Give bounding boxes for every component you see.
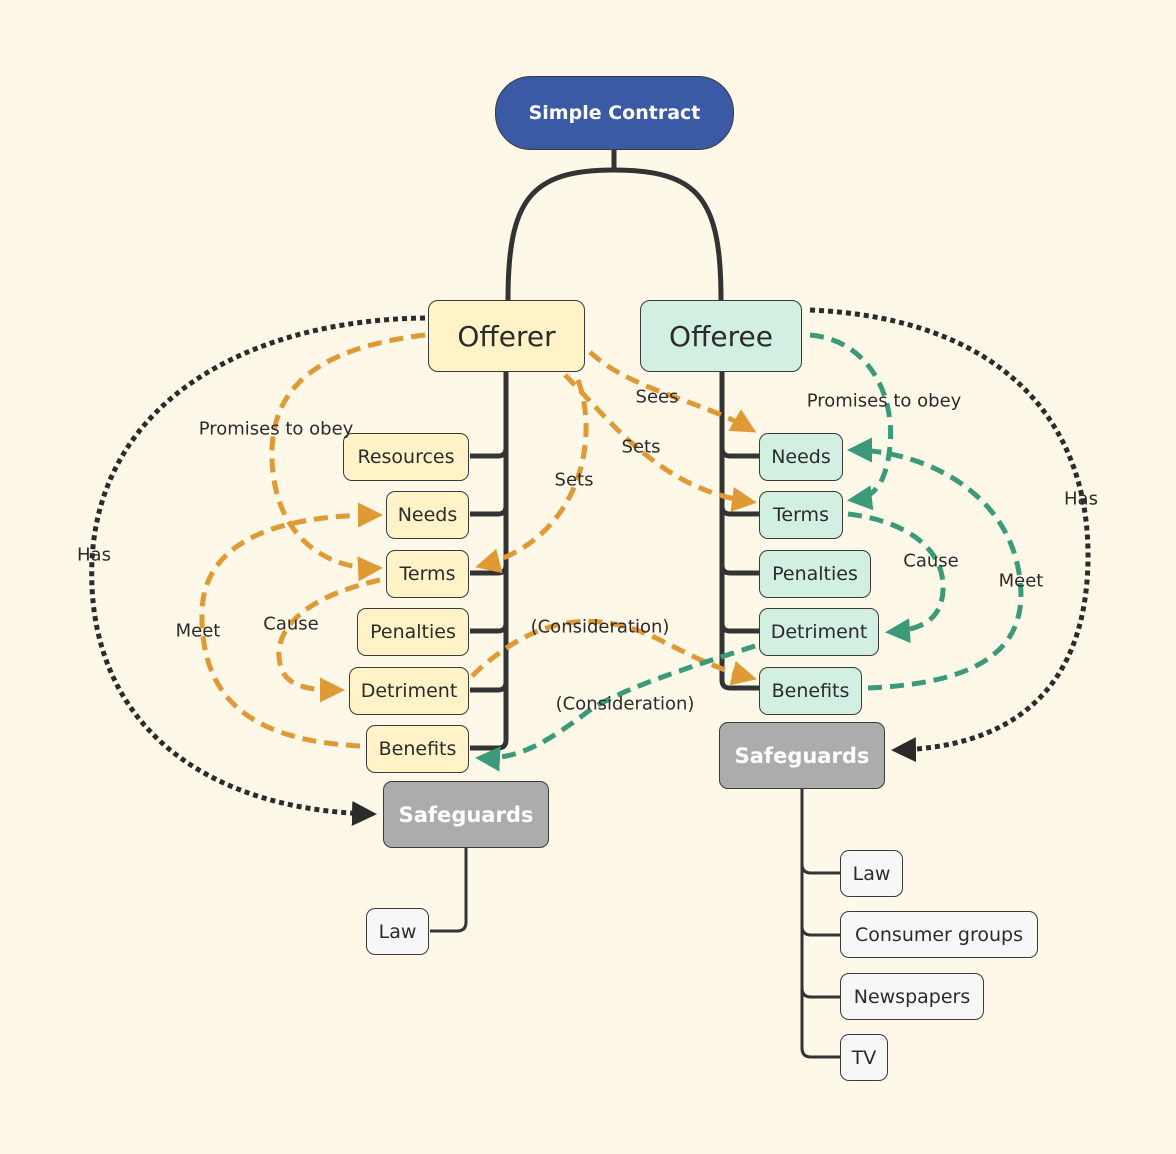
offerer-safeguards-node[interactable]: Safeguards (383, 781, 549, 848)
label-offerer-cause: Cause (263, 613, 319, 635)
node-label: Benefits (771, 680, 850, 702)
node-label: Terms (399, 563, 456, 585)
offeree-node[interactable]: Offeree (640, 300, 802, 372)
label-offerer-has: Has (77, 544, 111, 566)
offeree-safeguards-node[interactable]: Safeguards (719, 722, 885, 789)
root-to-offeree (613, 167, 724, 301)
offeree-safeguard-tv-node[interactable]: TV (840, 1034, 888, 1081)
node-label: Needs (771, 446, 831, 468)
node-label: Resources (357, 446, 455, 468)
offerer-penalties-node[interactable]: Penalties (357, 608, 469, 656)
node-label: Detriment (360, 680, 458, 702)
node-label: Benefits (378, 738, 457, 760)
safeguards-left-connector (430, 848, 468, 933)
label-offeree-has: Has (1064, 488, 1098, 510)
offerer-terms-node[interactable]: Terms (386, 550, 469, 598)
label-offeree-meet: Meet (998, 570, 1044, 592)
tree-connectors (470, 150, 760, 751)
label-offeree-consideration: (Consideration) (555, 693, 695, 715)
label-offeree-promises: Promises to obey (806, 390, 962, 412)
offeree-safeguard-newspapers-node[interactable]: Newspapers (840, 973, 984, 1020)
label-offeree-cause: Cause (903, 550, 959, 572)
offeree-safeguard-law-node[interactable]: Law (840, 850, 903, 897)
node-label: Safeguards (398, 802, 534, 827)
label-offerer-meet: Meet (175, 620, 221, 642)
node-label: Penalties (370, 621, 456, 643)
node-label: Needs (397, 504, 458, 526)
node-label: Consumer groups (854, 923, 1023, 946)
node-label: Newspapers (853, 985, 971, 1008)
node-label: Law (378, 920, 417, 943)
label-offerer-sets: Sets (554, 469, 594, 491)
offerer-safeguard-law-node[interactable]: Law (366, 908, 429, 955)
safeguards-right-connector (800, 788, 841, 1059)
offeree-safeguard-consumer-groups-node[interactable]: Consumer groups (840, 911, 1038, 958)
offeree-detriment-node[interactable]: Detriment (759, 608, 879, 656)
label-offerer-consideration: (Consideration) (530, 616, 670, 638)
node-label: Safeguards (734, 743, 870, 768)
offerer-resources-node[interactable]: Resources (343, 433, 469, 481)
offeree-terms-node[interactable]: Terms (759, 491, 843, 539)
offerer-node[interactable]: Offerer (428, 300, 585, 372)
label-offerer-promises: Promises to obey (198, 418, 354, 440)
node-label: Detriment (770, 621, 868, 643)
offerer-needs-node[interactable]: Needs (386, 491, 469, 539)
root-to-offerer (505, 167, 615, 301)
offerer-detriment-node[interactable]: Detriment (349, 667, 469, 715)
node-label: TV (851, 1046, 877, 1069)
root-node[interactable]: Simple Contract (495, 76, 734, 150)
offeree-label: Offeree (669, 319, 773, 353)
root-label: Simple Contract (528, 102, 701, 124)
offerer-benefits-node[interactable]: Benefits (366, 725, 469, 773)
offerer-label: Offerer (457, 319, 556, 353)
label-offerer-sets-offeree: Sets (621, 436, 661, 458)
offeree-benefits-node[interactable]: Benefits (759, 667, 862, 715)
node-label: Law (852, 862, 891, 885)
offeree-needs-node[interactable]: Needs (759, 433, 843, 481)
node-label: Terms (773, 504, 829, 526)
node-label: Penalties (772, 563, 858, 585)
offeree-penalties-node[interactable]: Penalties (759, 550, 871, 598)
label-offerer-sees: Sees (635, 386, 679, 408)
